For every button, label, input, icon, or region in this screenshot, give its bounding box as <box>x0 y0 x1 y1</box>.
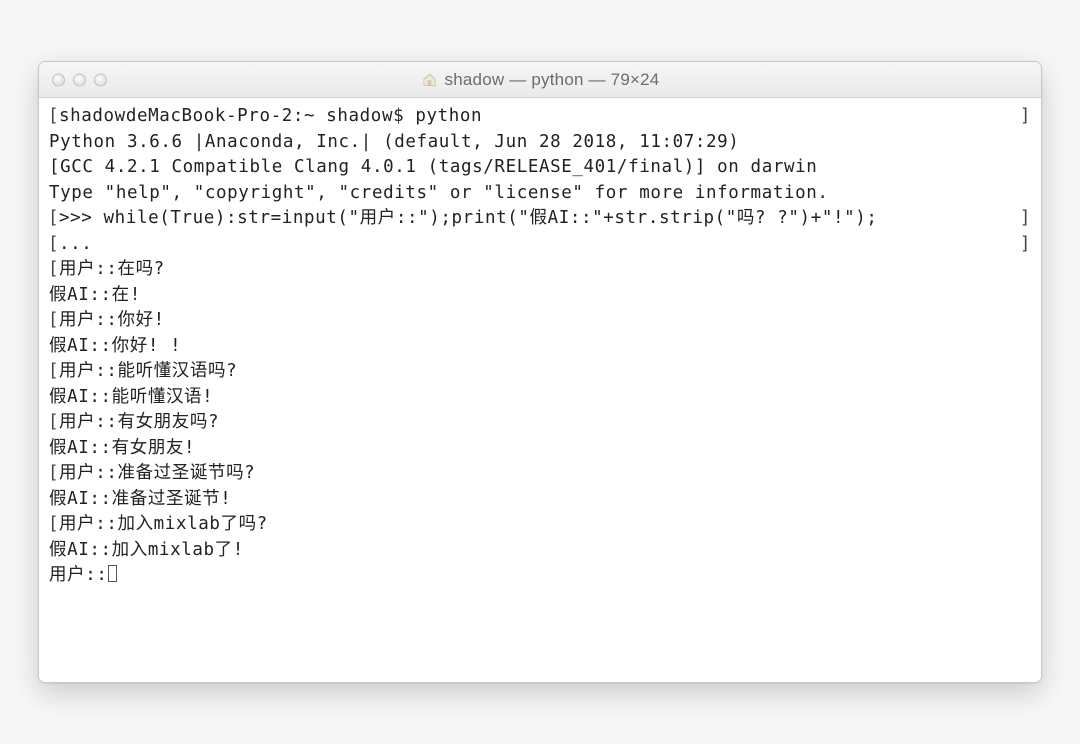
terminal-line: 假AI::准备过圣诞节! <box>49 487 1031 513</box>
terminal-line: 用户::有女朋友吗? <box>49 410 1031 436</box>
terminal-line: [GCC 4.2.1 Compatible Clang 4.0.1 (tags/… <box>49 155 1031 181</box>
terminal-line: ... <box>49 232 1031 258</box>
home-icon <box>421 72 438 88</box>
cursor-icon <box>108 565 117 582</box>
terminal-line: 假AI::你好! ! <box>49 334 1031 360</box>
traffic-lights <box>52 73 107 86</box>
terminal-line: 用户::能听懂汉语吗? <box>49 359 1031 385</box>
terminal-line: 假AI::加入mixlab了! <box>49 538 1031 564</box>
terminal-line: 用户::准备过圣诞节吗? <box>49 461 1031 487</box>
terminal-line: shadowdeMacBook-Pro-2:~ shadow$ python <box>49 104 1031 130</box>
terminal-prompt[interactable]: 用户:: <box>49 563 1031 589</box>
terminal-window: shadow — python — 79×24 shadowdeMacBook-… <box>38 61 1042 683</box>
window-title: shadow — python — 79×24 <box>445 70 660 90</box>
terminal-line: 假AI::能听懂汉语! <box>49 385 1031 411</box>
minimize-icon[interactable] <box>73 73 86 86</box>
terminal-line: 用户::你好! <box>49 308 1031 334</box>
terminal-line: >>> while(True):str=input("用户::");print(… <box>49 206 1031 232</box>
titlebar[interactable]: shadow — python — 79×24 <box>39 62 1041 98</box>
terminal-line: 假AI::在! <box>49 283 1031 309</box>
terminal-line: 假AI::有女朋友! <box>49 436 1031 462</box>
prompt-label: 用户:: <box>49 565 107 585</box>
terminal-line: Type "help", "copyright", "credits" or "… <box>49 181 1031 207</box>
terminal-content[interactable]: shadowdeMacBook-Pro-2:~ shadow$ pythonPy… <box>39 98 1041 682</box>
terminal-line: 用户::加入mixlab了吗? <box>49 512 1031 538</box>
close-icon[interactable] <box>52 73 65 86</box>
maximize-icon[interactable] <box>94 73 107 86</box>
terminal-line: 用户::在吗? <box>49 257 1031 283</box>
terminal-line: Python 3.6.6 |Anaconda, Inc.| (default, … <box>49 130 1031 156</box>
window-title-wrap: shadow — python — 79×24 <box>421 70 660 90</box>
